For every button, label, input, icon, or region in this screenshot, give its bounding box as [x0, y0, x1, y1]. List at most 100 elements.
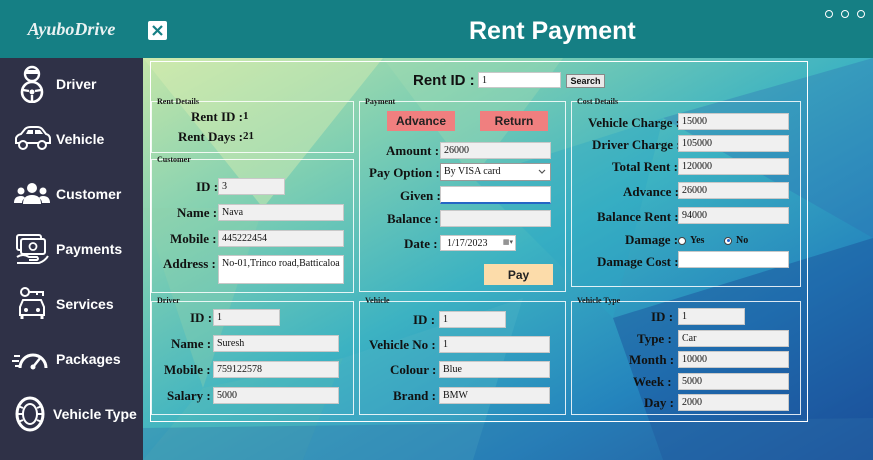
customer-address-label: Address : — [163, 256, 216, 271]
vehicle-title: Vehicle — [365, 296, 390, 305]
damage-yes-label: Yes — [690, 235, 705, 246]
sidebar-item-driver[interactable]: Driver — [0, 58, 143, 110]
advance-button[interactable]: Advance — [387, 111, 455, 131]
driver-title: Driver — [157, 296, 180, 305]
vehicle-type-type-field[interactable]: Car — [678, 330, 789, 347]
payments-icon — [12, 229, 52, 269]
rent-id-search-label: Rent ID : — [413, 72, 475, 89]
sidebar-item-vehicle[interactable]: Vehicle — [0, 113, 143, 165]
amount-label: Amount : — [386, 143, 440, 158]
services-icon — [12, 284, 52, 324]
rent-days-value: 21 — [243, 130, 254, 142]
sidebar-item-services[interactable]: Services — [0, 278, 143, 330]
customer-mobile-field[interactable]: 445222454 — [218, 230, 344, 247]
sidebar-item-label: Payments — [56, 241, 123, 257]
search-button[interactable]: Search — [566, 74, 605, 88]
vehicle-charge-field[interactable]: 15000 — [678, 113, 789, 130]
damage-cost-field[interactable] — [678, 251, 789, 268]
customer-name-field[interactable]: Nava — [218, 204, 344, 221]
vehicle-brand-field[interactable]: BMW — [439, 387, 550, 404]
amount-field[interactable]: 26000 — [440, 142, 551, 159]
damage-cost-label: Damage Cost : — [597, 254, 679, 269]
sidebar-item-label: Services — [56, 296, 114, 312]
driver-salary-field[interactable]: 5000 — [213, 387, 339, 404]
driver-name-field[interactable]: Suresh — [213, 335, 339, 352]
vehicle-id-field[interactable]: 1 — [439, 311, 506, 328]
calendar-dropdown-icon: ▦▾ — [502, 238, 513, 246]
return-button[interactable]: Return — [480, 111, 548, 131]
vehicle-colour-label: Colour : — [390, 362, 437, 377]
given-field[interactable] — [440, 186, 551, 204]
window-controls — [825, 10, 865, 18]
customer-id-label: ID : — [196, 179, 219, 194]
car-icon — [12, 119, 52, 159]
vehicle-charge-label: Vehicle Charge : — [588, 115, 680, 130]
customer-id-field[interactable]: 3 — [218, 178, 285, 195]
advance-label: Advance : — [623, 184, 679, 199]
customer-name-label: Name : — [177, 205, 218, 220]
sidebar-item-payments[interactable]: Payments — [0, 223, 143, 275]
sidebar-item-packages[interactable]: Packages — [0, 333, 143, 385]
driver-icon — [12, 64, 52, 104]
vehicle-type-day-label: Day : — [644, 395, 674, 410]
pay-button[interactable]: Pay — [484, 264, 553, 285]
vehicle-type-week-label: Week : — [633, 374, 672, 389]
customers-icon — [12, 174, 52, 214]
chevron-down-icon — [538, 169, 546, 174]
close-button[interactable] — [148, 21, 167, 40]
vehicle-no-field[interactable]: 1 — [439, 336, 550, 353]
driver-mobile-field[interactable]: 759122578 — [213, 361, 339, 378]
driver-id-label: ID : — [190, 310, 213, 325]
balance-label: Balance : — [387, 211, 439, 226]
given-label: Given : — [400, 188, 441, 203]
driver-name-label: Name : — [171, 336, 212, 351]
rent-id-search-input[interactable]: 1 — [478, 72, 561, 88]
date-picker[interactable]: 1/17/2023 ▦▾ — [440, 235, 516, 251]
driver-id-field[interactable]: 1 — [213, 309, 280, 326]
window-control-icon[interactable] — [841, 10, 849, 18]
radio-icon — [678, 236, 686, 245]
sidebar-item-vehicle-type[interactable]: Vehicle Type — [0, 388, 143, 440]
total-rent-field[interactable]: 120000 — [678, 158, 789, 175]
advance-field[interactable]: 26000 — [678, 182, 789, 199]
vehicle-type-week-field[interactable]: 5000 — [678, 373, 789, 390]
vehicle-type-day-field[interactable]: 2000 — [678, 394, 789, 411]
pay-option-value: By VISA card — [444, 166, 501, 177]
window-control-icon[interactable] — [857, 10, 865, 18]
main-content: Rent ID : 1 Search Rent Details Rent ID … — [143, 58, 873, 460]
sidebar-item-label: Customer — [56, 186, 122, 202]
rent-id-label: Rent ID : — [191, 109, 243, 124]
rent-details-title: Rent Details — [157, 97, 199, 106]
speedometer-icon — [12, 339, 52, 379]
vehicle-type-month-field[interactable]: 10000 — [678, 351, 789, 368]
sidebar-item-label: Vehicle — [56, 131, 105, 147]
damage-label: Damage : — [625, 232, 679, 247]
pay-option-label: Pay Option : — [369, 165, 440, 180]
damage-no-radio[interactable]: No — [724, 235, 748, 246]
sidebar: AyuboDrive Driver Vehicle Customer Payme… — [0, 0, 143, 460]
vehicle-type-id-field[interactable]: 1 — [678, 308, 745, 325]
sidebar-item-label: Packages — [56, 351, 121, 367]
balance-field[interactable] — [440, 210, 551, 227]
customer-address-field[interactable]: No-01,Trinco road,Batticaloa — [218, 255, 344, 284]
vehicle-colour-field[interactable]: Blue — [439, 361, 550, 378]
damage-no-label: No — [736, 235, 749, 246]
window-control-icon[interactable] — [825, 10, 833, 18]
balance-rent-label: Balance Rent : — [597, 209, 679, 224]
balance-rent-field[interactable]: 94000 — [678, 207, 789, 224]
pay-option-select[interactable]: By VISA card — [440, 163, 551, 181]
brand-logo: AyuboDrive — [0, 0, 143, 58]
tire-icon — [10, 394, 50, 434]
driver-charge-field[interactable]: 105000 — [678, 135, 789, 152]
total-rent-label: Total Rent : — [612, 159, 678, 174]
cost-details-title: Cost Details — [577, 97, 619, 106]
date-label: Date : — [404, 236, 438, 251]
customer-title: Customer — [157, 155, 191, 164]
brand-name: AyuboDrive — [27, 18, 116, 39]
rent-details-group — [151, 101, 354, 153]
rent-days-label: Rent Days : — [178, 129, 243, 144]
radio-selected-icon — [724, 236, 732, 245]
sidebar-item-customer[interactable]: Customer — [0, 168, 143, 220]
payment-title: Payment — [365, 97, 396, 106]
damage-yes-radio[interactable]: Yes — [678, 235, 704, 246]
